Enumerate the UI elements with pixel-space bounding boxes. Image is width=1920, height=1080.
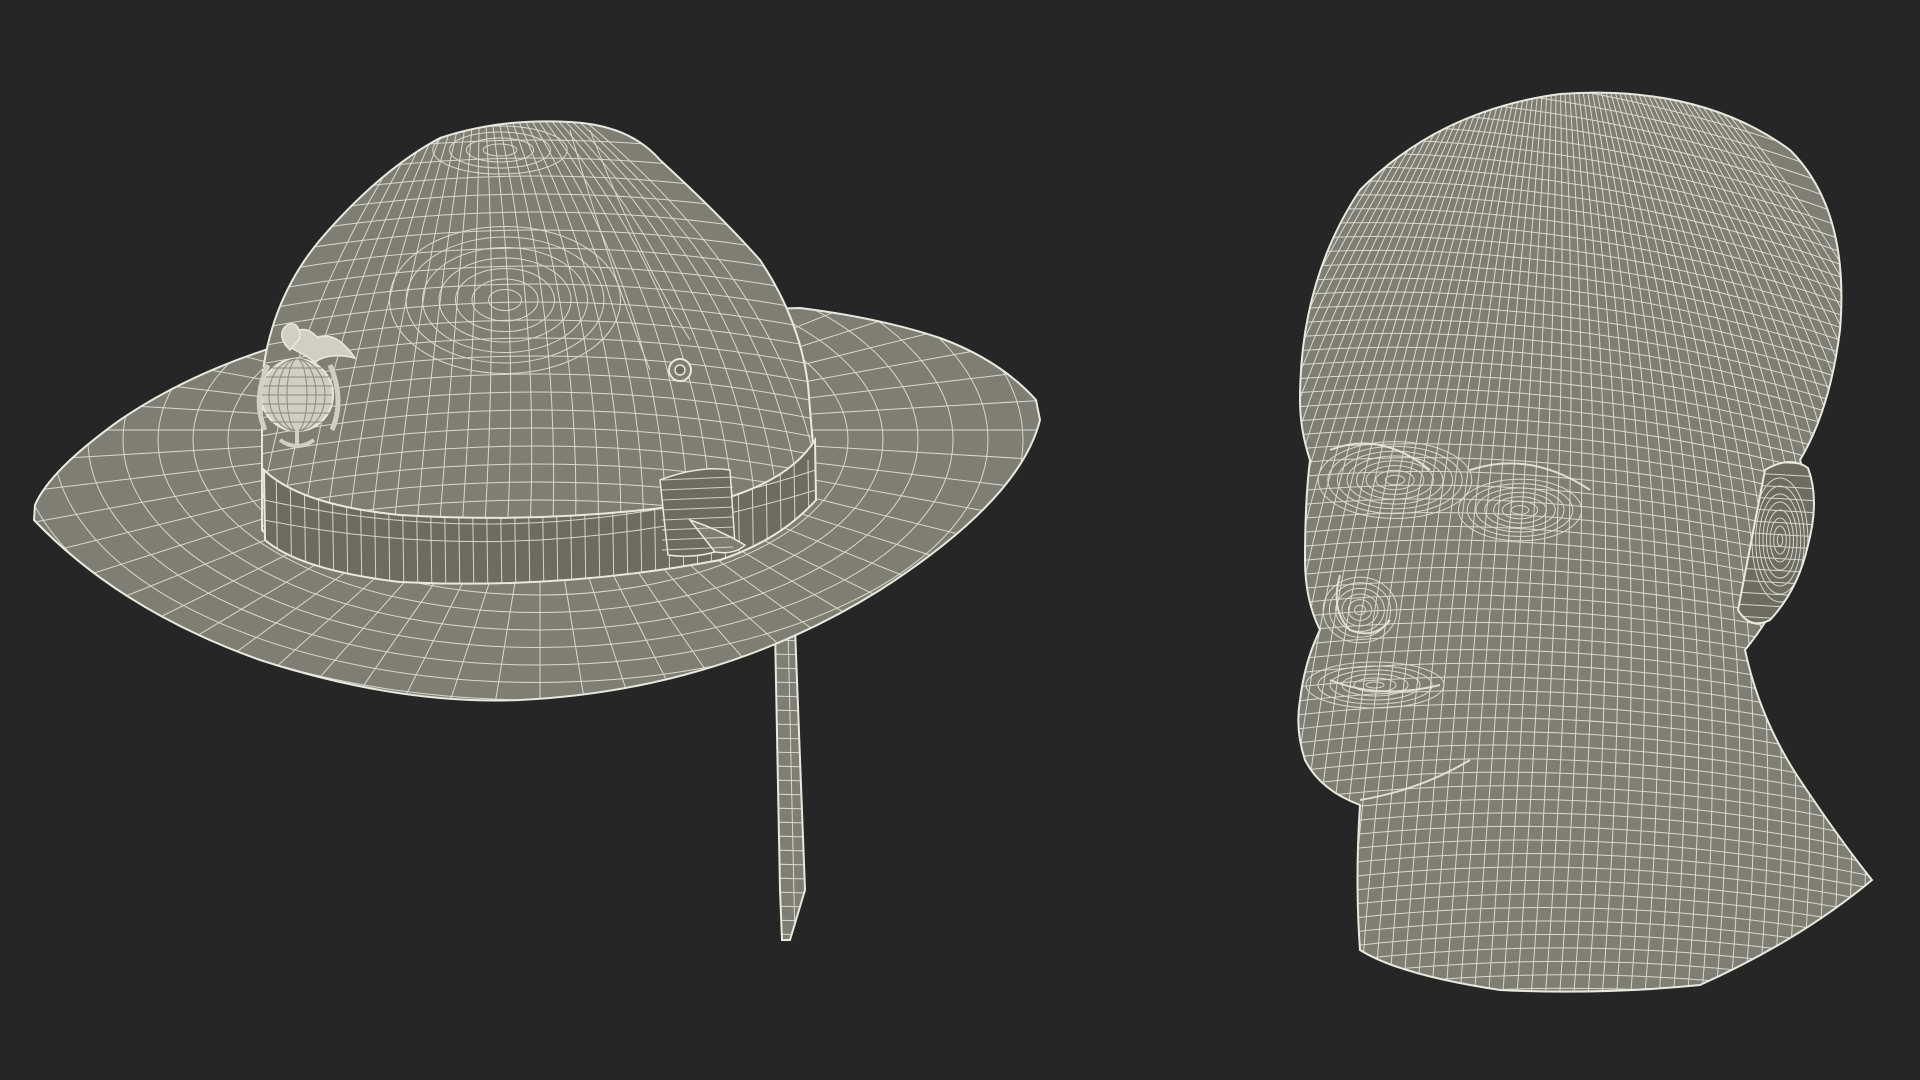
human-head-model [1297,91,1873,993]
chin-strap [774,627,806,941]
scene-canvas [33,91,1873,993]
eyelet-hole [674,364,686,376]
hat-eyelet [668,358,692,382]
render-viewport [0,0,1920,1080]
campaign-hat-model [33,120,1041,941]
